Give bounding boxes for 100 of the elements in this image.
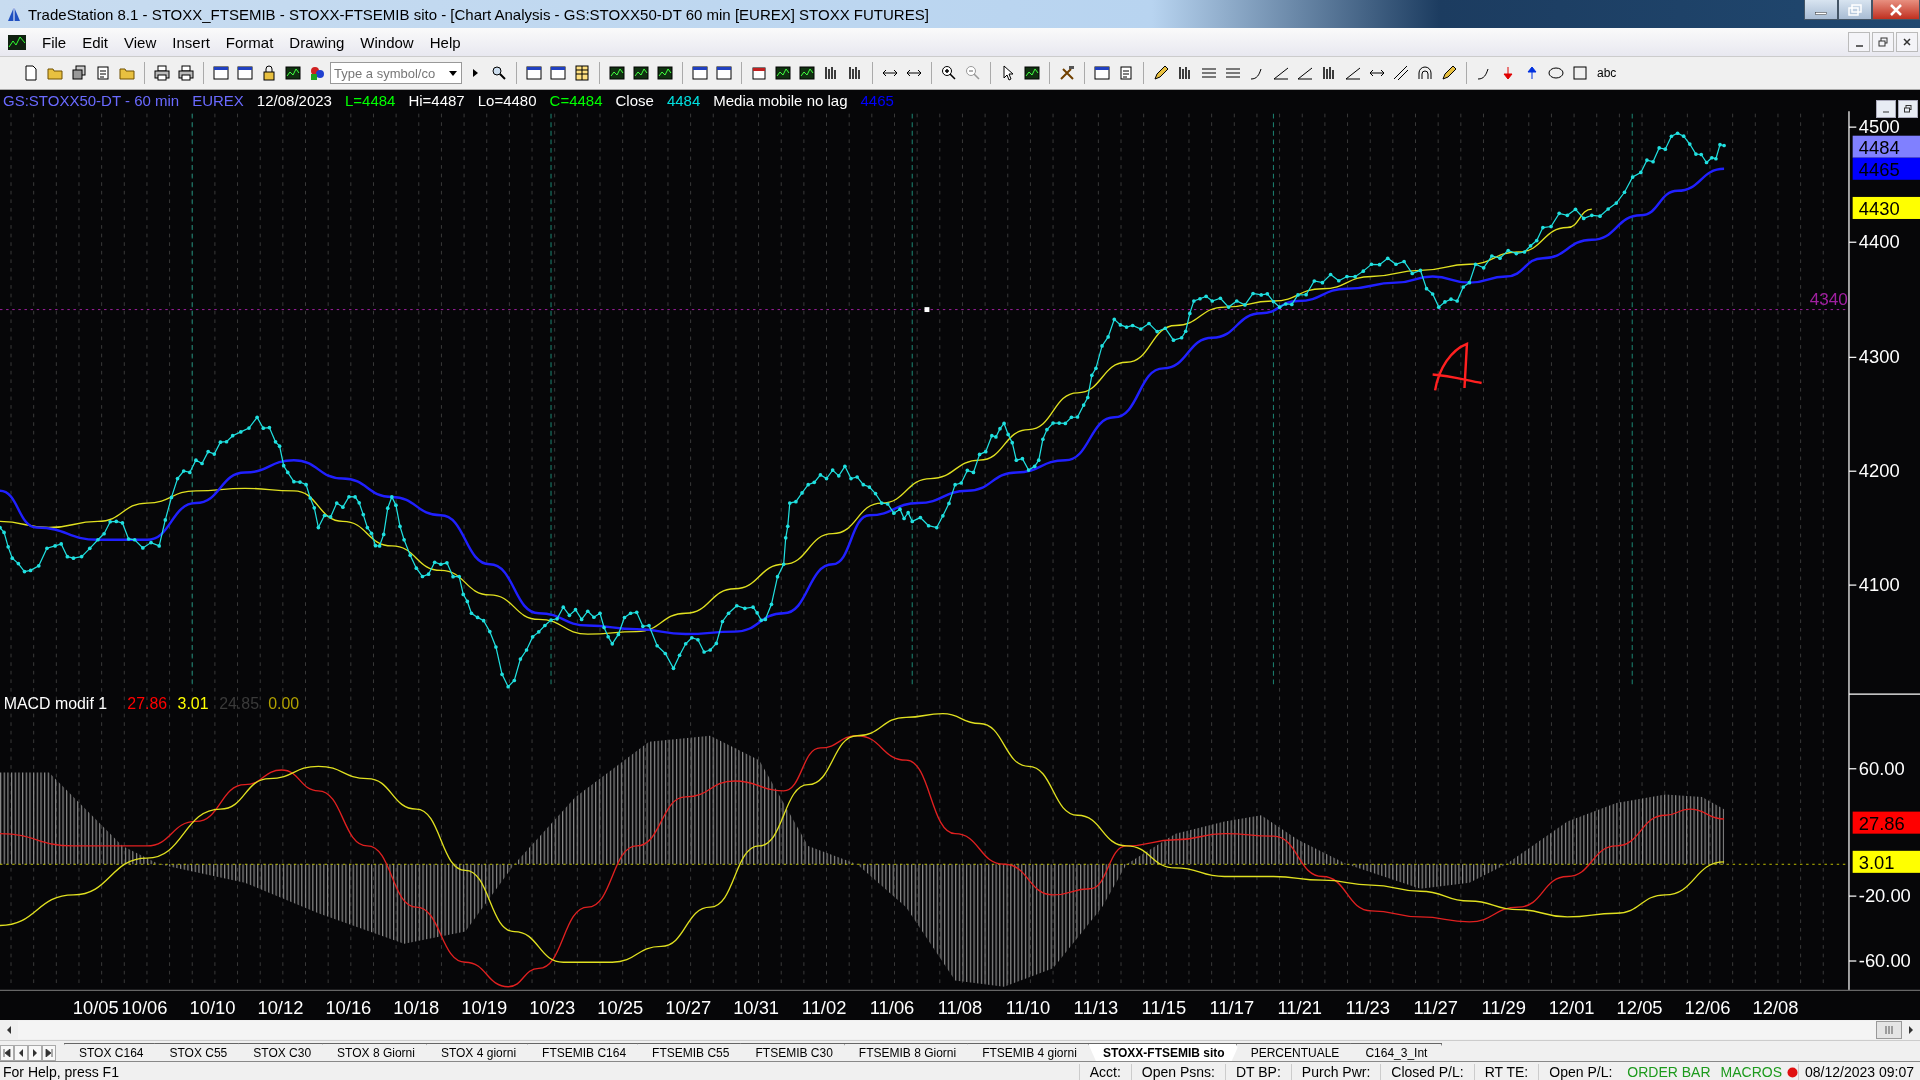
status-clock: 08/12/2023 09:07: [1798, 1064, 1920, 1080]
date-label: 11/27: [1413, 996, 1458, 1018]
date-label: 11/02: [801, 996, 847, 1018]
text-tool-button[interactable]: abc: [1593, 66, 1621, 80]
status-field: Open Psns:: [1130, 1064, 1225, 1080]
price-badge: 4430: [1852, 196, 1920, 220]
date-label: 10/18: [393, 996, 440, 1018]
date-label: 11/06: [869, 996, 915, 1018]
chart-header-text: 12/08/2023: [256, 92, 332, 109]
help-text: For Help, press F1: [2, 1064, 120, 1080]
scroll-thumb[interactable]: [1876, 1021, 1902, 1039]
date-label: 11/10: [1005, 996, 1051, 1018]
date-label: 10/25: [597, 996, 644, 1018]
status-field: Closed P/L:: [1380, 1064, 1474, 1080]
chart-header-text: 4465: [860, 92, 894, 109]
sheet-tab[interactable]: STOXX-FTSEMIB sito: [1087, 1043, 1240, 1061]
close-icon: [1902, 37, 1912, 47]
menu-item[interactable]: File: [34, 31, 75, 53]
axis-label: 4100: [1858, 574, 1900, 596]
level-line-label: 4340: [1809, 288, 1848, 309]
chart-header-text: EUREX: [192, 92, 244, 109]
axis-label: 4500: [1858, 116, 1900, 138]
status-field: Open P/L:: [1538, 1064, 1623, 1080]
close-button[interactable]: [1896, 32, 1918, 52]
price-badge: 4484: [1852, 135, 1920, 159]
date-label: 10/16: [325, 996, 372, 1018]
date-label: 12/06: [1684, 996, 1731, 1018]
chart-header-text: GS:STOXX50-DT - 60 min: [3, 92, 180, 109]
previous-tab-icon[interactable]: [14, 1045, 28, 1061]
window-title: TradeStation 8.1 - STOXX_FTSEMIB - STOXX-FTSEMIB sito - [Chart Analysis - GS:STOXX50-DT 60 min [EUREX] STOXX FUTURES]: [28, 5, 930, 23]
close-button[interactable]: [1872, 0, 1920, 20]
restore-icon: [1848, 3, 1862, 16]
chart-header-text: Media mobile no lag: [713, 92, 848, 109]
menu-item[interactable]: Help: [421, 31, 469, 53]
app-icon: [6, 5, 22, 23]
date-label: 12/08: [1752, 996, 1799, 1018]
minimize-button[interactable]: [1804, 0, 1838, 20]
chart-header-text: C=4484: [549, 92, 603, 109]
indicator-title: MACD modif 1: [3, 694, 108, 712]
status-field: Acct:: [1078, 1064, 1131, 1080]
status-field: Purch Pwr:: [1290, 1064, 1381, 1080]
last-tab-icon[interactable]: [42, 1045, 56, 1061]
menu-item[interactable]: Edit: [74, 31, 117, 53]
menu-item[interactable]: Format: [217, 31, 282, 53]
minimize-icon: [1815, 12, 1827, 15]
date-label: 10/27: [665, 996, 712, 1018]
date-label: 11/13: [1073, 996, 1119, 1018]
axis-label: -20.00: [1858, 885, 1911, 907]
restore-icon: [1904, 105, 1912, 113]
date-label: 11/21: [1277, 996, 1323, 1018]
first-tab-icon[interactable]: [0, 1045, 14, 1061]
value-badge: 27.86: [1852, 811, 1920, 834]
menu-item[interactable]: Insert: [164, 31, 218, 53]
menu-item[interactable]: View: [116, 31, 165, 53]
sheet-tab[interactable]: C164_3_Int: [1350, 1043, 1443, 1061]
chart-header-text: 4484: [666, 92, 701, 109]
restore-button[interactable]: [1898, 100, 1918, 118]
chart-header-text: Lo=4480: [477, 92, 537, 109]
date-label: 12/01: [1548, 996, 1595, 1018]
date-label: 10/31: [733, 996, 780, 1018]
menu-item[interactable]: Drawing: [281, 31, 353, 53]
price-badge: 4465: [1852, 157, 1920, 181]
chart-window-icon: [8, 34, 26, 50]
status-light-icon: [1787, 1066, 1798, 1078]
next-tab-icon[interactable]: [28, 1045, 42, 1061]
date-label: 10/05: [72, 996, 119, 1018]
date-label: 11/23: [1345, 996, 1391, 1018]
date-label: 11/08: [937, 996, 983, 1018]
axis-label: 4300: [1858, 346, 1900, 368]
date-label: 10/12: [257, 996, 304, 1018]
maximize-button[interactable]: [1838, 0, 1872, 20]
restore-button[interactable]: [1872, 32, 1894, 52]
date-label: 11/29: [1481, 996, 1526, 1018]
status-field: RT TE:: [1473, 1064, 1539, 1080]
indicator-value: 0.00: [268, 694, 300, 712]
date-label: 10/06: [121, 996, 168, 1018]
symbol-field[interactable]: Type a symbol/co: [330, 62, 462, 84]
date-label: 12/05: [1616, 996, 1663, 1018]
date-label: 11/15: [1141, 996, 1187, 1018]
menu-item[interactable]: Window: [352, 31, 422, 53]
indicator-value: 27.86: [127, 694, 168, 712]
close-icon: [1889, 3, 1903, 16]
date-label: 10/10: [189, 996, 236, 1018]
minimize-icon: [1855, 45, 1863, 47]
axis-label: -60.00: [1858, 950, 1911, 972]
handwritten-a-drawing: [1431, 342, 1483, 392]
minimize-button[interactable]: [1848, 32, 1870, 52]
axis-label: 4200: [1858, 460, 1900, 482]
date-label: 11/17: [1209, 996, 1255, 1018]
axis-label: 4400: [1858, 231, 1900, 253]
value-badge: 3.01: [1852, 850, 1920, 874]
print-icon[interactable]: [151, 62, 173, 84]
print-icon[interactable]: [175, 62, 197, 84]
status-field: DT BP:: [1224, 1064, 1291, 1080]
axis-label: 60.00: [1858, 757, 1905, 779]
chart-header-text: Hi=4487: [408, 92, 465, 109]
restore-icon: [1878, 37, 1888, 47]
chart-header-text: Close: [615, 92, 654, 109]
date-label: 10/23: [529, 996, 576, 1018]
chart-header-text: L=4484: [344, 92, 396, 109]
